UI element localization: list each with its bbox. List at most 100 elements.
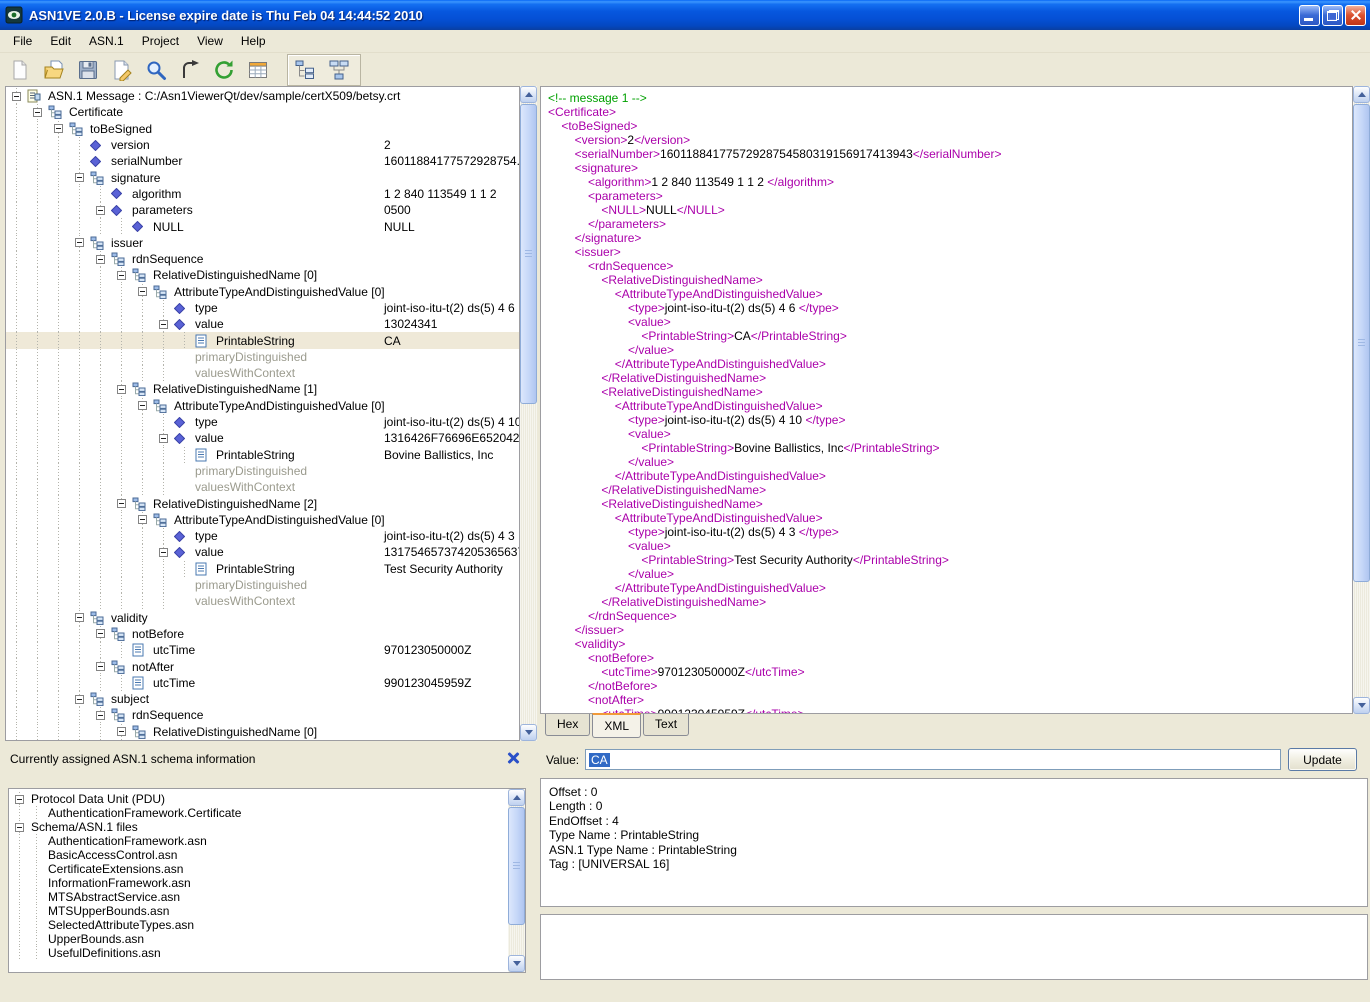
app-icon[interactable]	[5, 6, 23, 24]
schema-row[interactable]: UpperBounds.asn	[11, 932, 523, 946]
menu-item-view[interactable]: View	[188, 31, 232, 51]
xml-scroll-up-button[interactable]	[1353, 86, 1370, 103]
collapse-expander-icon[interactable]	[54, 124, 63, 133]
tree-row[interactable]: RelativeDistinguishedName [1]	[6, 381, 519, 397]
tree-row[interactable]: RelativeDistinguishedName [0]	[6, 724, 519, 740]
menu-item-file[interactable]: File	[4, 31, 41, 51]
collapse-expander-icon[interactable]	[96, 662, 105, 671]
tree-row[interactable]: AttributeTypeAndDistinguishedValue [0]	[6, 512, 519, 528]
close-button[interactable]	[1345, 5, 1366, 26]
tree-row[interactable]: value13024341	[6, 316, 519, 332]
xml-scroll-down-button[interactable]	[1353, 697, 1370, 714]
tree-row[interactable]: RelativeDistinguishedName [0]	[6, 267, 519, 283]
tree-row[interactable]: primaryDistinguished	[6, 349, 519, 365]
collapse-expander-icon[interactable]	[12, 92, 21, 101]
tree-row[interactable]: issuer	[6, 235, 519, 251]
tree-row[interactable]: utcTime990123045959Z	[6, 675, 519, 691]
tree-row[interactable]: notAfter	[6, 658, 519, 674]
tree-row[interactable]: signature	[6, 169, 519, 185]
menu-item-help[interactable]: Help	[232, 31, 275, 51]
collapse-expander-icon[interactable]	[96, 629, 105, 638]
tree-row[interactable]: NULLNULL	[6, 218, 519, 234]
schema-row[interactable]: AuthenticationFramework.Certificate	[11, 806, 523, 820]
tab-xml[interactable]: XML	[592, 713, 641, 738]
save-button[interactable]	[73, 56, 103, 84]
tree-row[interactable]: version2	[6, 137, 519, 153]
open-file-button[interactable]	[39, 56, 69, 84]
tree-row[interactable]: Certificate	[6, 104, 519, 120]
schema-row[interactable]: MTSUpperBounds.asn	[11, 904, 523, 918]
schema-row[interactable]: CertificateExtensions.asn	[11, 862, 523, 876]
schema-row[interactable]: SelectedAttributeTypes.asn	[11, 918, 523, 932]
tree-scroll-down-button[interactable]	[520, 724, 537, 741]
schema-row[interactable]: InformationFramework.asn	[11, 876, 523, 890]
tree-row[interactable]: PrintableStringCA	[6, 332, 519, 348]
collapse-expander-icon[interactable]	[117, 499, 126, 508]
tree-row[interactable]: rdnSequence	[6, 707, 519, 723]
value-input[interactable]: CA	[585, 749, 1281, 770]
collapse-expander-icon[interactable]	[75, 173, 84, 182]
collapse-expander-icon[interactable]	[117, 271, 126, 280]
tree-row[interactable]: algorithm1 2 840 113549 1 1 2	[6, 186, 519, 202]
collapse-expander-icon[interactable]	[96, 255, 105, 264]
component-view-button[interactable]	[324, 56, 354, 84]
schema-row[interactable]: BasicAccessControl.asn	[11, 848, 523, 862]
tree-scroll-up-button[interactable]	[520, 86, 537, 103]
schema-row[interactable]: Protocol Data Unit (PDU)	[11, 792, 523, 806]
collapse-expander-icon[interactable]	[75, 238, 84, 247]
go-to-button[interactable]	[175, 56, 205, 84]
schema-row[interactable]: MTSAbstractService.asn	[11, 890, 523, 904]
collapse-expander-icon[interactable]	[138, 401, 147, 410]
validate-button[interactable]	[209, 56, 239, 84]
schema-row[interactable]: Schema/ASN.1 files	[11, 820, 523, 834]
tree-row[interactable]: typejoint-iso-itu-t(2) ds(5) 4 6	[6, 300, 519, 316]
tree-row[interactable]: value1316426F76696E6520426...	[6, 430, 519, 446]
title-bar[interactable]: ASN1VE 2.0.B - License expire date is Th…	[0, 0, 1370, 30]
collapse-expander-icon[interactable]	[75, 613, 84, 622]
tree-row[interactable]: typejoint-iso-itu-t(2) ds(5) 4 10	[6, 414, 519, 430]
schema-scroll-up-button[interactable]	[508, 789, 525, 806]
collapse-expander-icon[interactable]	[159, 548, 168, 557]
tree-row[interactable]: value131754657374205365637...	[6, 544, 519, 560]
schema-table-button[interactable]	[243, 56, 273, 84]
restore-button[interactable]	[1322, 5, 1343, 26]
collapse-expander-icon[interactable]	[15, 795, 24, 804]
menu-item-project[interactable]: Project	[133, 31, 188, 51]
collapse-expander-icon[interactable]	[159, 320, 168, 329]
tree-row[interactable]: valuesWithContext	[6, 365, 519, 381]
xml-view-pane[interactable]: <!-- message 1 --><Certificate> <toBeSig…	[540, 86, 1353, 714]
collapse-expander-icon[interactable]	[159, 434, 168, 443]
tree-row[interactable]: valuesWithContext	[6, 479, 519, 495]
search-button[interactable]	[141, 56, 171, 84]
collapse-expander-icon[interactable]	[15, 823, 24, 832]
tree-row[interactable]: rdnSequence	[6, 251, 519, 267]
tree-row[interactable]: RelativeDistinguishedName [2]	[6, 495, 519, 511]
minimize-button[interactable]	[1299, 5, 1320, 26]
tree-row[interactable]: validity	[6, 610, 519, 626]
collapse-expander-icon[interactable]	[96, 711, 105, 720]
tree-row[interactable]: PrintableStringTest Security Authority	[6, 561, 519, 577]
tree-row[interactable]: primaryDistinguished	[6, 577, 519, 593]
collapse-expander-icon[interactable]	[117, 385, 126, 394]
update-button[interactable]: Update	[1288, 748, 1357, 771]
tree-scroll-thumb[interactable]	[520, 104, 537, 404]
schema-scroll-down-button[interactable]	[508, 955, 525, 972]
tree-row[interactable]: primaryDistinguished	[6, 463, 519, 479]
xml-scrollbar[interactable]	[1353, 86, 1370, 714]
tab-hex[interactable]: Hex	[545, 714, 590, 736]
tree-row[interactable]: ASN.1 Message : C:/Asn1ViewerQt/dev/samp…	[6, 88, 519, 104]
menu-item-edit[interactable]: Edit	[41, 31, 80, 51]
collapse-expander-icon[interactable]	[33, 108, 42, 117]
collapse-expander-icon[interactable]	[96, 206, 105, 215]
schema-tree-pane[interactable]: Protocol Data Unit (PDU)AuthenticationFr…	[8, 788, 526, 973]
tree-row[interactable]: utcTime970123050000Z	[6, 642, 519, 658]
menu-item-asn1[interactable]: ASN.1	[80, 31, 133, 51]
tree-row[interactable]: notBefore	[6, 626, 519, 642]
tree-row[interactable]: parameters0500	[6, 202, 519, 218]
close-panel-icon[interactable]	[506, 751, 520, 765]
schema-scrollbar[interactable]	[508, 789, 525, 972]
new-file-button[interactable]	[5, 56, 35, 84]
xml-scroll-thumb[interactable]	[1353, 104, 1370, 582]
collapse-expander-icon[interactable]	[75, 695, 84, 704]
tree-row[interactable]: AttributeTypeAndDistinguishedValue [0]	[6, 398, 519, 414]
